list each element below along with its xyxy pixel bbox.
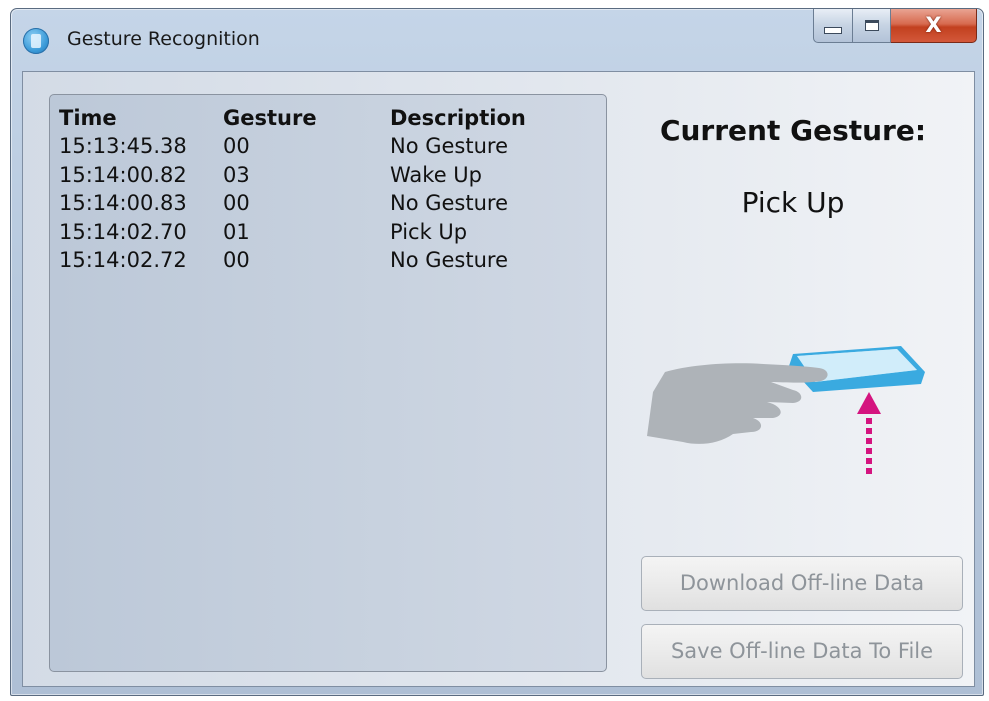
current-gesture-value: Pick Up <box>741 186 845 219</box>
cell-gesture: 03 <box>223 162 250 187</box>
table-row: 15:14:02.70 01 Pick Up <box>59 218 590 247</box>
gesture-log-table: Time Gesture Description 15:13:45.38 00 … <box>59 105 590 275</box>
cell-gesture: 01 <box>223 219 250 244</box>
cell-description: No Gesture <box>390 134 509 158</box>
table-row: 15:14:00.82 03 Wake Up <box>59 161 590 190</box>
column-header-description: Description <box>390 106 526 130</box>
column-header-time: Time <box>59 106 117 130</box>
cell-description: Pick Up <box>390 219 468 244</box>
maximize-button[interactable] <box>853 9 891 43</box>
client-area: Time Gesture Description 15:13:45.38 00 … <box>22 71 975 687</box>
cell-time: 15:14:00.82 <box>59 162 187 187</box>
table-header-row: Time Gesture Description <box>59 105 590 132</box>
table-row: 15:14:00.83 00 No Gesture <box>59 189 590 218</box>
cell-description: No Gesture <box>390 191 509 215</box>
table-row: 15:14:02.72 00 No Gesture <box>59 246 590 275</box>
minimize-icon <box>824 27 842 34</box>
column-header-gesture: Gesture <box>223 106 317 130</box>
hand-shape <box>647 363 828 444</box>
cell-description: Wake Up <box>390 162 482 187</box>
upward-arrow-icon <box>857 392 881 474</box>
download-offline-data-button[interactable]: Download Off-line Data <box>641 556 963 611</box>
app-window: Gesture Recognition X Time Gesture Descr… <box>10 8 984 696</box>
cell-gesture: 00 <box>223 134 250 158</box>
current-gesture-label: Current Gesture: <box>659 114 927 147</box>
close-button[interactable]: X <box>891 9 977 43</box>
window-title: Gesture Recognition <box>67 28 260 50</box>
cell-gesture: 00 <box>223 191 250 215</box>
cell-time: 15:14:02.72 <box>59 248 187 272</box>
table-row: 15:13:45.38 00 No Gesture <box>59 132 590 161</box>
gesture-log-panel[interactable]: Time Gesture Description 15:13:45.38 00 … <box>49 94 607 672</box>
app-icon <box>23 28 49 54</box>
hand-pick-up-icon <box>647 346 925 474</box>
cell-gesture: 00 <box>223 248 250 272</box>
cell-description: No Gesture <box>390 248 509 272</box>
cell-time: 15:14:02.70 <box>59 219 187 244</box>
cell-time: 15:13:45.38 <box>59 134 187 158</box>
close-icon: X <box>925 13 942 37</box>
maximize-icon <box>864 20 879 31</box>
title-bar[interactable]: Gesture Recognition X <box>11 9 983 67</box>
minimize-button[interactable] <box>813 9 853 43</box>
save-offline-data-button[interactable]: Save Off-line Data To File <box>641 624 963 679</box>
caption-buttons: X <box>813 9 977 43</box>
cell-time: 15:14:00.83 <box>59 191 187 215</box>
